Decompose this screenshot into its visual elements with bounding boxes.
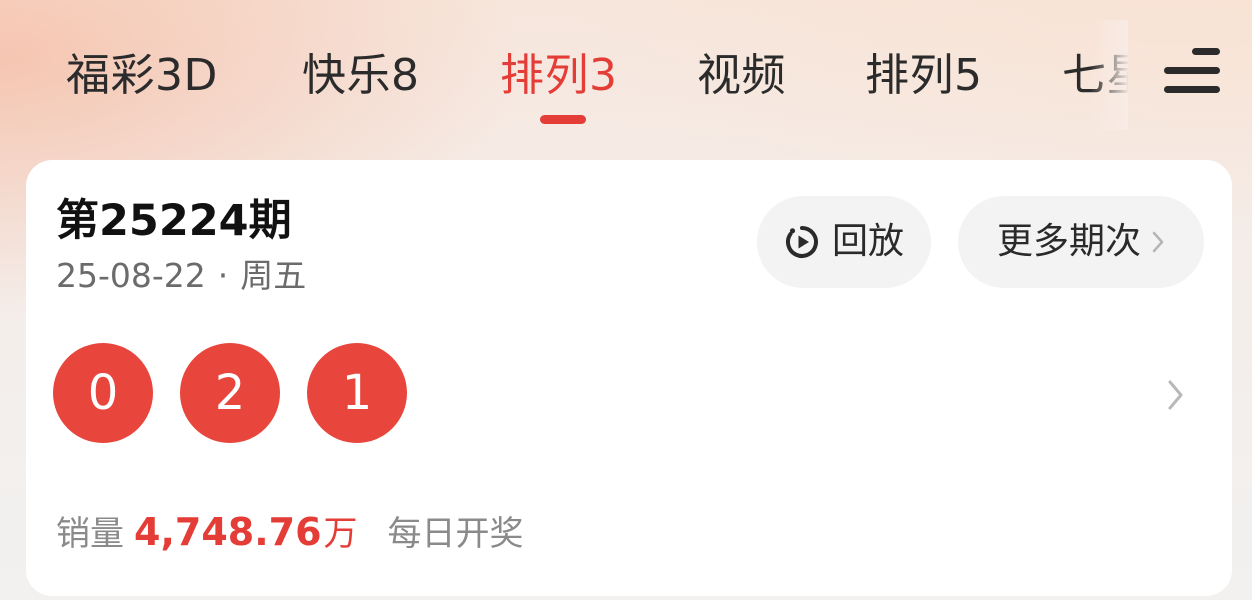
tab-fucai-3d[interactable]: 福彩3D <box>66 44 218 108</box>
draw-result-card: 第25224期 25-08-22 · 周五 回放 更多期次 0 2 1 销量 4,74… <box>26 160 1232 596</box>
issue-title: 第25224期 <box>56 196 292 246</box>
replay-button[interactable]: 回放 <box>757 196 931 288</box>
tab-fade-overlay <box>1090 20 1128 130</box>
active-tab-indicator <box>540 115 586 124</box>
number-ball: 1 <box>307 343 407 443</box>
tab-scroll-area[interactable]: 福彩3D 快乐8 排列3 视频 排列5 七星彩 <box>0 0 1128 150</box>
replay-label: 回放 <box>831 221 904 262</box>
more-issues-label: 更多期次 <box>996 221 1141 262</box>
draw-weekday: 周五 <box>240 256 307 295</box>
menu-button[interactable] <box>1160 44 1224 100</box>
lottery-tab-bar: 福彩3D 快乐8 排列3 视频 排列5 七星彩 <box>0 0 1252 150</box>
tab-pailie-3[interactable]: 排列3 <box>500 44 618 108</box>
hamburger-menu-icon <box>1164 48 1220 93</box>
sales-label: 销量 <box>56 514 124 554</box>
tab-kuaile-8[interactable]: 快乐8 <box>302 44 420 108</box>
draw-frequency: 每日开奖 <box>387 514 524 554</box>
sales-value: 4,748.76 <box>134 510 322 554</box>
number-ball: 0 <box>53 343 153 443</box>
replay-clock-icon <box>785 226 818 258</box>
tab-pailie-5[interactable]: 排列5 <box>865 44 983 108</box>
tab-video[interactable]: 视频 <box>697 44 786 108</box>
numbers-detail-chevron[interactable] <box>1166 378 1186 416</box>
sales-info: 销量 4,748.76万 每日开奖 <box>56 508 524 556</box>
date-separator: · <box>217 256 229 295</box>
draw-date: 25-08-22 <box>56 256 206 295</box>
more-issues-button[interactable]: 更多期次 <box>958 196 1204 288</box>
chevron-right-icon <box>1168 380 1183 410</box>
sales-unit: 万 <box>323 514 358 554</box>
number-ball: 2 <box>180 343 280 443</box>
draw-date-line: 25-08-22 · 周五 <box>56 254 306 298</box>
chevron-right-icon <box>1152 231 1164 253</box>
